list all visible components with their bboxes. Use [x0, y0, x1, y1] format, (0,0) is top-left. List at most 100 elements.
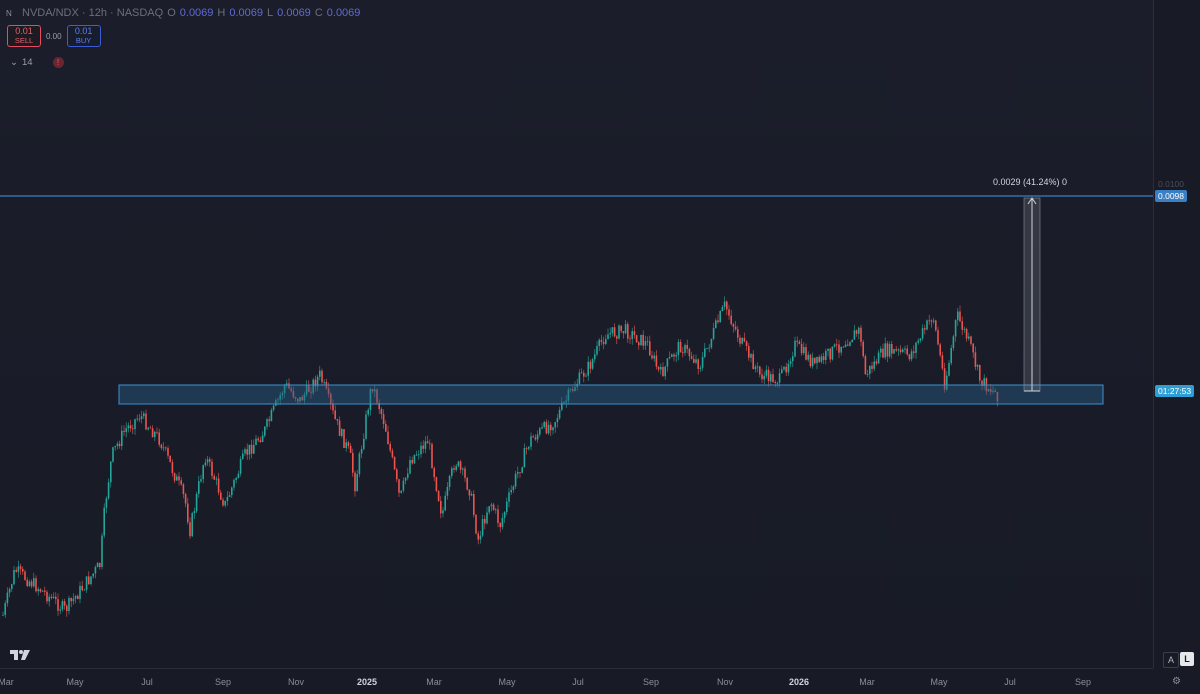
- candle-body: [250, 444, 253, 454]
- candle-body: [690, 356, 693, 359]
- candle-body: [532, 436, 534, 438]
- candle-body: [697, 359, 699, 369]
- resistance-price-tag[interactable]: 0.0098: [1155, 190, 1187, 202]
- symbol-title[interactable]: NVDA/NDX · 12h · NASDAQ: [22, 7, 163, 19]
- candle-body: [888, 344, 891, 357]
- price-axis[interactable]: 0.0100 0.0098 01:27:53: [1153, 0, 1200, 668]
- ohlc-close: 0.0069: [326, 7, 361, 19]
- candle-body: [954, 320, 957, 337]
- candle-body: [745, 341, 748, 346]
- candle-body: [37, 589, 39, 592]
- price-chart[interactable]: [0, 0, 1153, 668]
- candle-body: [138, 418, 141, 420]
- candle-body: [334, 410, 336, 420]
- candle-body: [873, 361, 875, 369]
- candle-body: [39, 589, 42, 592]
- time-axis[interactable]: Mar May Jul Sep Nov 2025 Mar May Jul Sep Nov 2026 Ma…: [0, 668, 1153, 694]
- support-zone[interactable]: [118, 384, 1104, 405]
- candle-body: [550, 424, 552, 431]
- candle-body: [237, 473, 240, 478]
- indicator-count[interactable]: 14: [22, 57, 33, 68]
- candle-body: [781, 369, 783, 374]
- candle-body: [178, 476, 180, 481]
- buy-label: BUY: [75, 36, 92, 45]
- chart-area[interactable]: [0, 0, 1153, 668]
- candle-body: [583, 372, 585, 377]
- countdown-price-tag: 01:27:53: [1155, 385, 1195, 397]
- candle-body: [787, 363, 790, 373]
- candle-body: [514, 473, 517, 487]
- candle-body: [897, 349, 900, 351]
- time-axis-label: May: [66, 677, 84, 687]
- log-scale-button[interactable]: L: [1180, 652, 1194, 666]
- candle-body: [136, 418, 138, 420]
- candle-body: [321, 370, 323, 383]
- settings-gear-icon[interactable]: ⚙: [1172, 676, 1181, 687]
- candle-body: [508, 492, 510, 502]
- candle-body: [167, 448, 169, 456]
- candle-body: [336, 419, 339, 421]
- candle-body: [19, 566, 22, 569]
- candle-body: [81, 585, 83, 591]
- sell-button[interactable]: 0.01 SELL: [7, 25, 41, 47]
- candle-body: [638, 342, 640, 346]
- candle-body: [499, 522, 501, 528]
- candle-body: [431, 444, 433, 469]
- candle-body: [789, 361, 792, 364]
- candle-body: [860, 327, 862, 342]
- candle-body: [407, 473, 409, 478]
- alert-icon[interactable]: !: [52, 57, 64, 68]
- candle-body: [88, 576, 90, 585]
- candle-body: [539, 428, 541, 435]
- auto-scale-button[interactable]: A: [1163, 652, 1179, 668]
- candle-body: [116, 443, 119, 447]
- candle-body: [125, 428, 127, 432]
- candle-body: [90, 576, 92, 584]
- candle-body: [118, 443, 121, 447]
- candle-body: [191, 513, 193, 537]
- candle-body: [866, 374, 869, 375]
- candle-body: [957, 311, 959, 321]
- candlestick-series: [2, 296, 999, 618]
- time-axis-label: Mar: [0, 677, 14, 687]
- candle-body: [184, 494, 187, 504]
- candle-body: [649, 341, 651, 356]
- candle-body: [679, 341, 682, 353]
- candle-body: [15, 570, 17, 572]
- candle-body: [693, 358, 695, 363]
- candle-body: [906, 348, 908, 355]
- candle-body: [519, 472, 521, 473]
- candle-body: [666, 358, 669, 367]
- candle-body: [591, 359, 594, 369]
- time-axis-label: Sep: [642, 677, 660, 687]
- candle-body: [217, 478, 220, 493]
- candle-body: [4, 603, 6, 615]
- buy-button[interactable]: 0.01 BUY: [66, 25, 101, 47]
- chevron-down-icon[interactable]: ⌄: [10, 57, 18, 68]
- candle-body: [24, 571, 26, 580]
- candle-body: [737, 329, 739, 338]
- candle-body: [110, 461, 112, 483]
- candle-body: [932, 320, 935, 322]
- candle-body: [253, 445, 255, 454]
- candle-body: [836, 344, 838, 346]
- candle-body: [160, 444, 163, 448]
- candle-body: [908, 354, 911, 360]
- candle-body: [70, 598, 72, 602]
- candle-body: [877, 352, 880, 364]
- candle-body: [365, 414, 367, 439]
- candle-body: [809, 354, 812, 367]
- candle-body: [22, 568, 24, 572]
- candle-body: [717, 320, 719, 323]
- tradingview-logo-icon[interactable]: [10, 648, 32, 662]
- candle-body: [783, 366, 785, 370]
- candle-body: [668, 357, 671, 359]
- candle-body: [343, 429, 345, 448]
- candle-body: [765, 369, 768, 376]
- candle-body: [352, 452, 354, 473]
- candle-body: [904, 348, 906, 350]
- candle-body: [930, 320, 933, 322]
- candle-body: [732, 324, 735, 327]
- ohlc-high: 0.0069: [229, 7, 264, 19]
- candle-body: [891, 344, 893, 354]
